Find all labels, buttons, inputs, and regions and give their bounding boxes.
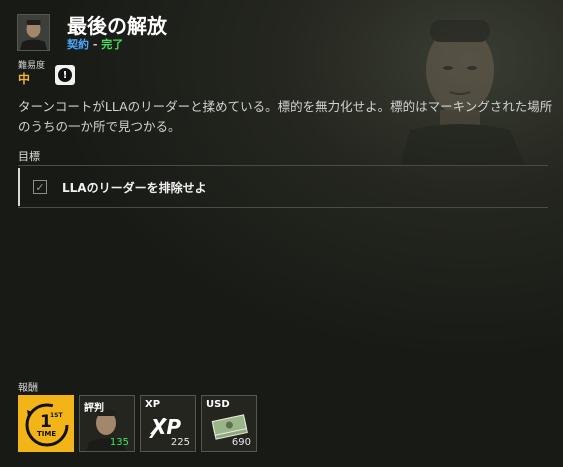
checkbox-checked-icon: ✓ (33, 180, 47, 194)
background-target-portrait (400, 20, 525, 165)
exclamation-circle-icon[interactable]: ! (55, 65, 75, 85)
objectives-divider-top (18, 165, 548, 166)
rewards-list: 1 1ST TIME 評判 135 XP XP 225 USD 690 (18, 395, 257, 452)
reputation-title: 評判 (84, 403, 104, 414)
mission-subtitle: 契約 - 完了 (67, 38, 167, 52)
reputation-value: 135 (109, 437, 129, 448)
difficulty-value: 中 (18, 72, 31, 86)
reward-reputation[interactable]: 評判 135 (79, 395, 135, 452)
first-time-badge-bottom: TIME (37, 430, 56, 438)
rewards-heading: 報酬 (18, 383, 38, 394)
usd-value: 690 (231, 437, 251, 448)
target-avatar (17, 14, 50, 51)
mission-status-label: 完了 (101, 38, 124, 51)
xp-value: 225 (170, 437, 190, 448)
target-portrait-icon (18, 15, 49, 50)
mission-header: 最後の解放 契約 - 完了 (17, 14, 167, 54)
first-time-badge-icon: 1 1ST TIME (25, 403, 69, 447)
mission-type-label: 契約 (67, 38, 89, 51)
mission-description: ターンコートがLLAのリーダーと揉めている。標的を無力化せよ。標的はマーキングさ… (18, 99, 553, 134)
reward-usd[interactable]: USD 690 (201, 395, 257, 452)
difficulty-label: 難易度 (18, 61, 46, 71)
objective-row: ✓ LLAのリーダーを排除せよ (18, 168, 548, 206)
first-time-badge-top: 1ST (50, 412, 63, 419)
reward-xp[interactable]: XP XP 225 (140, 395, 196, 452)
mission-title: 最後の解放 (67, 14, 167, 38)
subtitle-separator: - (89, 38, 102, 51)
difficulty-block: 難易度 中 (18, 60, 45, 86)
reward-first-time[interactable]: 1 1ST TIME (18, 395, 74, 452)
objective-text: LLAのリーダーを排除せよ (62, 180, 207, 195)
objectives-divider-bottom (18, 207, 548, 208)
objectives-heading: 目標 (18, 150, 40, 163)
